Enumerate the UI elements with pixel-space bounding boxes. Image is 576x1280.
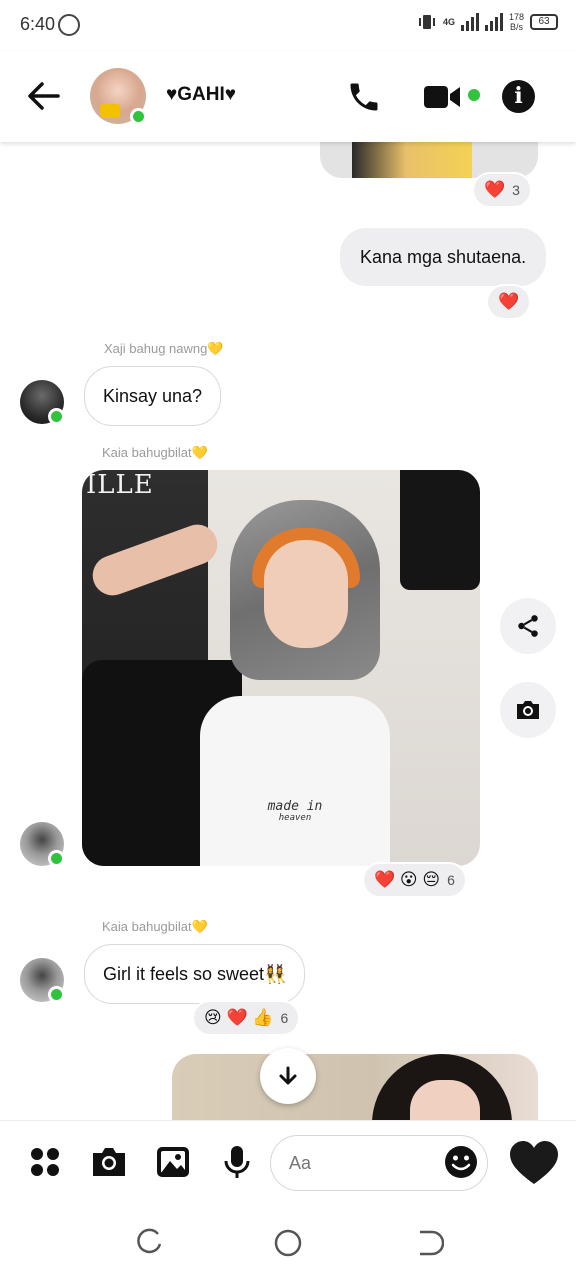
camera-icon[interactable]	[90, 1143, 128, 1181]
emoji-icon[interactable]	[444, 1145, 478, 1179]
scroll-to-bottom-button[interactable]	[260, 1048, 316, 1104]
net-speed-unit: B/s	[509, 22, 523, 32]
reaction-emojis: ❤️ 😮 😔	[374, 870, 441, 889]
online-indicator	[48, 850, 65, 867]
online-indicator	[48, 408, 65, 425]
video-camera-icon[interactable]	[422, 82, 462, 112]
back-nav-icon[interactable]	[414, 1228, 444, 1258]
reaction-pill[interactable]: 😢 ❤️ 👍 6	[192, 1000, 301, 1036]
message-photo[interactable]: ILLE made in heaven	[82, 470, 480, 866]
heart-icon[interactable]	[508, 1139, 560, 1187]
message-composer	[0, 1120, 576, 1204]
shirt-text-line1: made in	[267, 799, 323, 814]
reaction-emojis: 😢 ❤️ 👍	[204, 1008, 274, 1027]
share-icon	[518, 615, 538, 637]
share-button[interactable]	[500, 598, 556, 654]
info-icon[interactable]: i	[502, 80, 535, 113]
reaction-pill[interactable]: ❤️ 😮 😔 6	[362, 862, 467, 898]
shirt-text-line2: heaven	[278, 813, 312, 823]
reaction-emojis: ❤️	[498, 292, 520, 311]
reaction-count: 6	[447, 872, 455, 888]
back-arrow-icon[interactable]	[26, 80, 62, 112]
shirt-text: made in heaven	[200, 799, 390, 823]
phone-icon[interactable]	[346, 79, 382, 115]
signal-icon-2	[484, 13, 503, 31]
reply-label: Kaia bahugbilat💛	[102, 919, 208, 934]
sent-photo-partial[interactable]	[172, 1054, 538, 1120]
messenger-notification-icon	[58, 14, 80, 36]
signal-icon	[460, 13, 479, 31]
contact-name[interactable]: ♥GAHI♥	[166, 84, 236, 106]
status-time: 6:40	[20, 14, 56, 34]
reply-label: Kaia bahugbilat💛	[102, 445, 208, 460]
camera-button[interactable]	[500, 682, 556, 738]
chat-header: ♥GAHI♥ i	[0, 52, 576, 142]
message-bubble-incoming[interactable]: Girl it feels so sweet👯‍♀️	[84, 944, 306, 1004]
photo-wall-text: ILLE	[86, 470, 154, 500]
apps-icon[interactable]	[26, 1143, 64, 1181]
net-speed-value: 178	[508, 12, 524, 22]
reaction-pill[interactable]: ❤️	[486, 284, 532, 320]
network-type: 4G	[442, 17, 455, 27]
camera-icon	[517, 701, 539, 719]
vibrate-icon	[418, 15, 435, 29]
net-speed: 178 B/s	[509, 12, 524, 32]
chat-thread[interactable]: ❤️ 3 Kana mga shutaena. ❤️ Xaji bahug na…	[0, 142, 576, 1120]
reaction-emojis: ❤️	[484, 180, 506, 199]
status-indicators: 4G 178 B/s 63	[417, 12, 558, 32]
reaction-pill[interactable]: ❤️ 3	[472, 172, 532, 208]
message-bubble-outgoing[interactable]: Kana mga shutaena.	[340, 228, 547, 286]
home-icon[interactable]	[273, 1228, 303, 1258]
reply-label: Xaji bahug nawng💛	[104, 341, 224, 356]
reaction-count: 6	[280, 1010, 289, 1026]
online-indicator	[48, 986, 65, 1003]
image-icon[interactable]	[154, 1143, 192, 1181]
video-online-indicator	[468, 89, 480, 101]
message-bubble-incoming[interactable]: Kinsay una?	[84, 366, 222, 426]
battery-icon: 63	[530, 14, 558, 30]
recent-apps-icon[interactable]	[134, 1228, 164, 1258]
reaction-count: 3	[512, 182, 520, 198]
system-nav-bar	[0, 1204, 576, 1280]
online-indicator	[130, 108, 147, 125]
microphone-icon[interactable]	[218, 1143, 256, 1181]
chevron-down-icon	[279, 1066, 297, 1085]
status-bar: 6:40 4G 178 B/s 63	[0, 0, 576, 52]
